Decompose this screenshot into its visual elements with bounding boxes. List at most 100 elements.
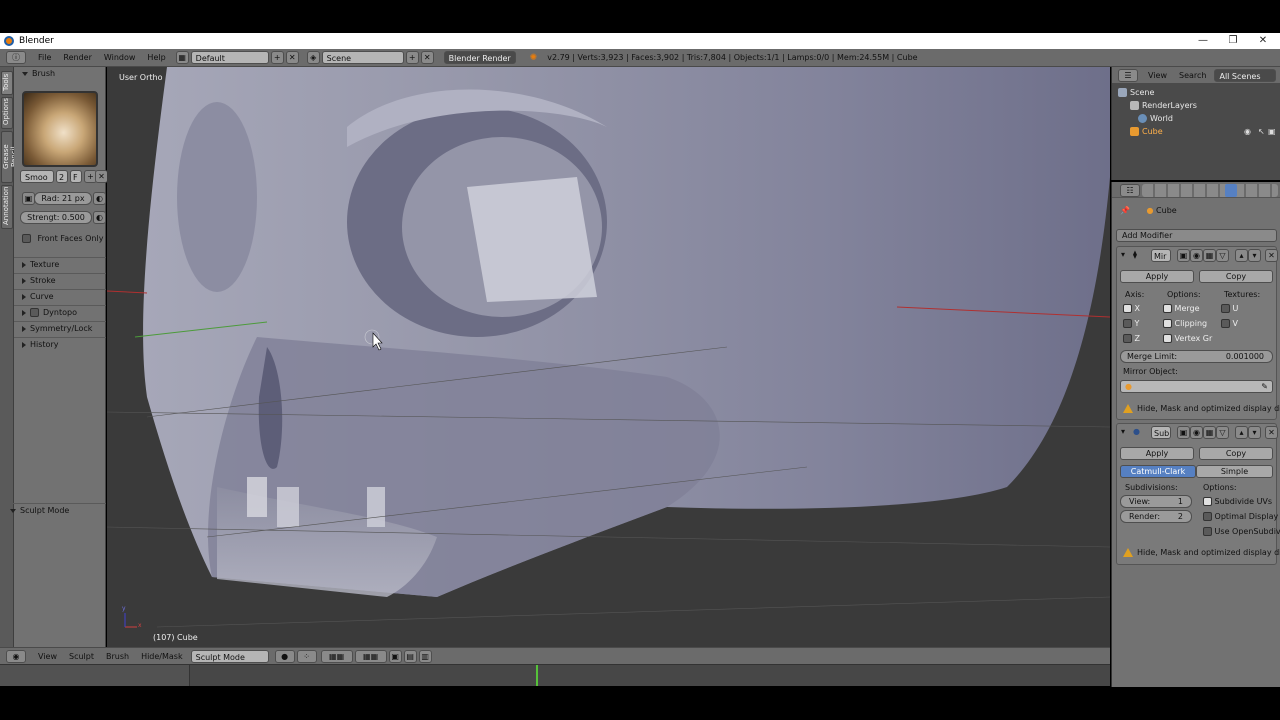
collapse-icon[interactable]: ▾ (1121, 427, 1125, 436)
outliner-item-scene[interactable]: Scene (1112, 86, 1280, 99)
menu-sculpt[interactable]: Sculpt (63, 652, 100, 661)
scene-icon[interactable]: ◈ (306, 51, 320, 64)
use-opensubdiv-checkbox[interactable] (1203, 527, 1212, 536)
front-faces-checkbox[interactable] (22, 234, 31, 243)
history-panel-header[interactable]: History (14, 337, 106, 351)
move-down-icon[interactable]: ▾ (1248, 426, 1261, 439)
render-levels-field[interactable]: Render: 2 (1120, 510, 1192, 523)
remove-scene-icon[interactable]: ✕ (420, 51, 434, 64)
merge-limit-field[interactable]: Merge Limit: 0.001000 (1120, 350, 1273, 363)
outliner-item-world[interactable]: World (1112, 112, 1280, 125)
show-render-icon[interactable]: ▣ (1177, 426, 1190, 439)
clipping-toggle[interactable]: Clipping (1163, 319, 1207, 328)
dyntopo-panel-header[interactable]: Dyntopo (14, 305, 106, 319)
axis-x-checkbox[interactable] (1123, 304, 1132, 313)
editor-type-icon[interactable]: ☰ (1118, 68, 1138, 82)
subdivide-uvs-toggle[interactable]: Subdivide UVs (1203, 497, 1272, 506)
tab-grease-pencil[interactable]: Grease Pencil (1, 131, 18, 183)
mirror-apply-button[interactable]: Apply (1120, 270, 1194, 283)
timeline[interactable] (0, 664, 1110, 686)
axis-z-checkbox[interactable] (1123, 334, 1132, 343)
pressure-radius-icon[interactable]: ◐ (93, 192, 106, 205)
axis-y-checkbox[interactable] (1123, 319, 1132, 328)
add-layout-icon[interactable]: + (270, 51, 284, 64)
subsurf-name-field[interactable]: Sub (1151, 426, 1171, 439)
show-cage-icon[interactable]: ▽ (1216, 249, 1229, 262)
radius-slider[interactable]: Rad: 21 px (34, 192, 92, 205)
pin-icon[interactable]: 📌 (1120, 206, 1130, 215)
brush-panel-header[interactable]: Brush (14, 67, 106, 81)
tab-annotation[interactable]: Annotation (1, 185, 13, 229)
mirror-object-field[interactable]: ● ✎ (1120, 380, 1273, 393)
menu-help[interactable]: Help (141, 53, 171, 62)
modifier-tab-icon[interactable] (1225, 184, 1237, 197)
vertex-groups-toggle[interactable]: Vertex Gr (1163, 334, 1212, 343)
sculpt-mode-panel-header[interactable]: Sculpt Mode (2, 503, 106, 517)
texture-v-toggle[interactable]: V (1221, 319, 1238, 328)
remove-layout-icon[interactable]: ✕ (285, 51, 299, 64)
restore-icon[interactable]: ❐ (1218, 33, 1248, 49)
camera-icon[interactable]: ▥ (418, 649, 432, 663)
vertex-groups-checkbox[interactable] (1163, 334, 1172, 343)
show-cage-icon[interactable]: ▽ (1216, 426, 1229, 439)
layers-left-icon[interactable]: ▦▦ (320, 649, 353, 663)
front-faces-row[interactable]: Front Faces Only (22, 234, 103, 243)
strength-slider[interactable]: Strengt: 0.500 (20, 211, 92, 224)
collapse-icon[interactable]: ▾ (1121, 250, 1125, 259)
tab-options[interactable]: Options (1, 97, 13, 129)
remove-modifier-icon[interactable]: ✕ (1265, 249, 1278, 262)
optimal-display-toggle[interactable]: Optimal Display (1203, 512, 1278, 521)
simple-tab[interactable]: Simple (1196, 465, 1273, 478)
outliner-item-renderlayers[interactable]: RenderLayers (1112, 99, 1280, 112)
menu-view[interactable]: View (1142, 71, 1173, 80)
menu-hide-mask[interactable]: Hide/Mask (135, 652, 189, 661)
menu-render[interactable]: Render (57, 53, 97, 62)
show-render-icon[interactable]: ▣ (1177, 249, 1190, 262)
editor-type-icon[interactable]: ☷ (1120, 184, 1140, 197)
menu-window[interactable]: Window (98, 53, 142, 62)
show-editmode-icon[interactable]: ▦ (1203, 249, 1216, 262)
add-modifier-select[interactable]: Add Modifier (1116, 229, 1277, 242)
fake-user-toggle[interactable]: F (70, 170, 82, 183)
axis-y-toggle[interactable]: Y (1123, 319, 1139, 328)
current-frame-indicator[interactable] (536, 665, 538, 686)
curve-panel-header[interactable]: Curve (14, 289, 106, 303)
move-up-icon[interactable]: ▴ (1235, 249, 1248, 262)
brush-preview[interactable] (22, 91, 98, 167)
subdivide-uvs-checkbox[interactable] (1203, 497, 1212, 506)
mirror-name-field[interactable]: Mir (1151, 249, 1171, 262)
brush-name-field[interactable]: Smoo (20, 170, 54, 183)
visibility-eye-icon[interactable]: ◉ (1244, 125, 1251, 138)
editor-type-icon[interactable]: ◉ (6, 649, 26, 663)
axis-x-toggle[interactable]: X (1123, 304, 1140, 313)
menu-search[interactable]: Search (1173, 71, 1212, 80)
use-opensubdiv-toggle[interactable]: Use OpenSubdiv (1203, 527, 1280, 536)
pressure-strength-icon[interactable]: ◐ (93, 211, 106, 224)
menu-file[interactable]: File (32, 53, 57, 62)
editor-type-icon[interactable]: ⓘ (6, 51, 26, 64)
catmull-clark-tab[interactable]: Catmull-Clark (1120, 465, 1196, 478)
render-engine-select[interactable]: Blender Render (443, 51, 516, 64)
screen-layout-field[interactable]: Default (190, 51, 269, 64)
show-viewport-icon[interactable]: ◉ (1190, 249, 1203, 262)
context-tabs[interactable] (1142, 184, 1278, 197)
minimize-icon[interactable]: — (1188, 33, 1218, 49)
texture-u-checkbox[interactable] (1221, 304, 1230, 313)
stroke-panel-header[interactable]: Stroke (14, 273, 106, 287)
layers-right-icon[interactable]: ▦▦ (354, 649, 387, 663)
opengl-render-icon[interactable]: ▣ (388, 649, 402, 663)
move-up-icon[interactable]: ▴ (1235, 426, 1248, 439)
3d-viewport[interactable]: User Ortho (107) Cube x y (107, 67, 1110, 647)
close-icon[interactable]: ✕ (1248, 33, 1278, 49)
merge-checkbox[interactable] (1163, 304, 1172, 313)
optimal-display-checkbox[interactable] (1203, 512, 1212, 521)
outliner-item-cube[interactable]: Cube ◉ ↖ ▣ (1112, 125, 1280, 138)
symmetry-panel-header[interactable]: Symmetry/Lock (14, 321, 106, 335)
menu-view[interactable]: View (32, 652, 63, 661)
add-scene-icon[interactable]: + (405, 51, 419, 64)
texture-v-checkbox[interactable] (1221, 319, 1230, 328)
texture-u-toggle[interactable]: U (1221, 304, 1238, 313)
axis-z-toggle[interactable]: Z (1123, 334, 1140, 343)
select-arrow-icon[interactable]: ↖ (1258, 125, 1265, 138)
scene-field[interactable]: Scene (321, 51, 404, 64)
